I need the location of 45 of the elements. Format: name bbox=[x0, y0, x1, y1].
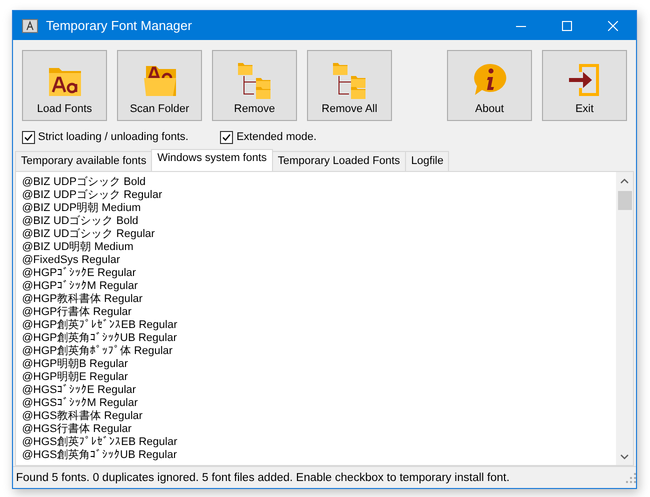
load-button[interactable]: Load Fonts bbox=[22, 50, 107, 121]
list-item[interactable]: @HGS創英角ｺﾞｼｯｸUB Regular bbox=[22, 449, 616, 462]
scrollbar[interactable] bbox=[616, 172, 633, 465]
resize-grip-icon bbox=[626, 472, 636, 482]
list-item[interactable]: @HGP行書体 Regular bbox=[22, 306, 616, 319]
list-item[interactable]: @HGP創英ﾌﾟﾚｾﾞﾝｽEB Regular bbox=[22, 319, 616, 332]
maximize-icon bbox=[562, 20, 572, 30]
scroll-thumb[interactable] bbox=[618, 191, 632, 210]
removeall-button[interactable]: Remove All bbox=[307, 50, 392, 121]
remove-button[interactable]: Remove bbox=[212, 50, 297, 121]
list-item[interactable]: @HGP創英角ﾎﾟｯﾌﾟ体 Regular bbox=[22, 345, 616, 358]
check-icon bbox=[222, 132, 232, 142]
about-button[interactable]: About bbox=[447, 50, 532, 121]
list-item[interactable]: @BIZ UDP明朝 Medium bbox=[22, 202, 616, 215]
list-item[interactable]: @HGPｺﾞｼｯｸE Regular bbox=[22, 267, 616, 280]
checkbox[interactable] bbox=[220, 130, 234, 144]
list-item[interactable]: @BIZ UD明朝 Medium bbox=[22, 241, 616, 254]
list-item[interactable]: @HGSｺﾞｼｯｸE Regular bbox=[22, 384, 616, 397]
window-title: Temporary Font Manager bbox=[46, 18, 193, 33]
list-item[interactable]: @BIZ UDゴシック Bold bbox=[22, 215, 616, 228]
list-item[interactable]: @HGS創英ﾌﾟﾚｾﾞﾝｽEB Regular bbox=[22, 436, 616, 449]
tab[interactable]: Temporary available fonts bbox=[15, 151, 152, 171]
checkbox-label: Extended mode. bbox=[236, 131, 317, 143]
checkbox-label: Strict loading / unloading fonts. bbox=[38, 131, 188, 143]
list-item[interactable]: @HGP教科書体 Regular bbox=[22, 293, 616, 306]
exit-button[interactable]: Exit bbox=[542, 50, 627, 121]
tab[interactable]: Logfile bbox=[405, 151, 450, 171]
list-item[interactable]: @BIZ UDPゴシック Bold bbox=[22, 176, 616, 189]
tab[interactable]: Windows system fonts bbox=[151, 149, 273, 171]
list-item[interactable]: @FixedSys Regular bbox=[22, 254, 616, 267]
checkbox[interactable] bbox=[22, 130, 35, 144]
list-item[interactable]: @HGP創英角ｺﾞｼｯｸUB Regular bbox=[22, 332, 616, 345]
list-item[interactable]: @HGP明朝B Regular bbox=[22, 358, 616, 371]
list-item[interactable]: @HGS教科書体 Regular bbox=[22, 410, 616, 423]
list-item[interactable]: @HGSｺﾞｼｯｸM Regular bbox=[22, 397, 616, 410]
list-item[interactable]: @BIZ UDゴシック Regular bbox=[22, 228, 616, 241]
list-item[interactable]: @BIZ UDPゴシック Regular bbox=[22, 189, 616, 202]
status-text: Found 5 fonts. 0 duplicates ignored. 5 font files added. Enable checkbox to temporary install font. bbox=[16, 472, 511, 484]
app-icon bbox=[22, 18, 38, 32]
scan-button[interactable]: Scan Folder bbox=[117, 50, 202, 121]
close-icon bbox=[608, 20, 618, 30]
check-icon bbox=[24, 132, 33, 142]
list-item[interactable]: @HGPｺﾞｼｯｸM Regular bbox=[22, 280, 616, 293]
list-item[interactable]: @HGP明朝E Regular bbox=[22, 371, 616, 384]
list-item[interactable]: @HGS行書体 Regular bbox=[22, 423, 616, 436]
